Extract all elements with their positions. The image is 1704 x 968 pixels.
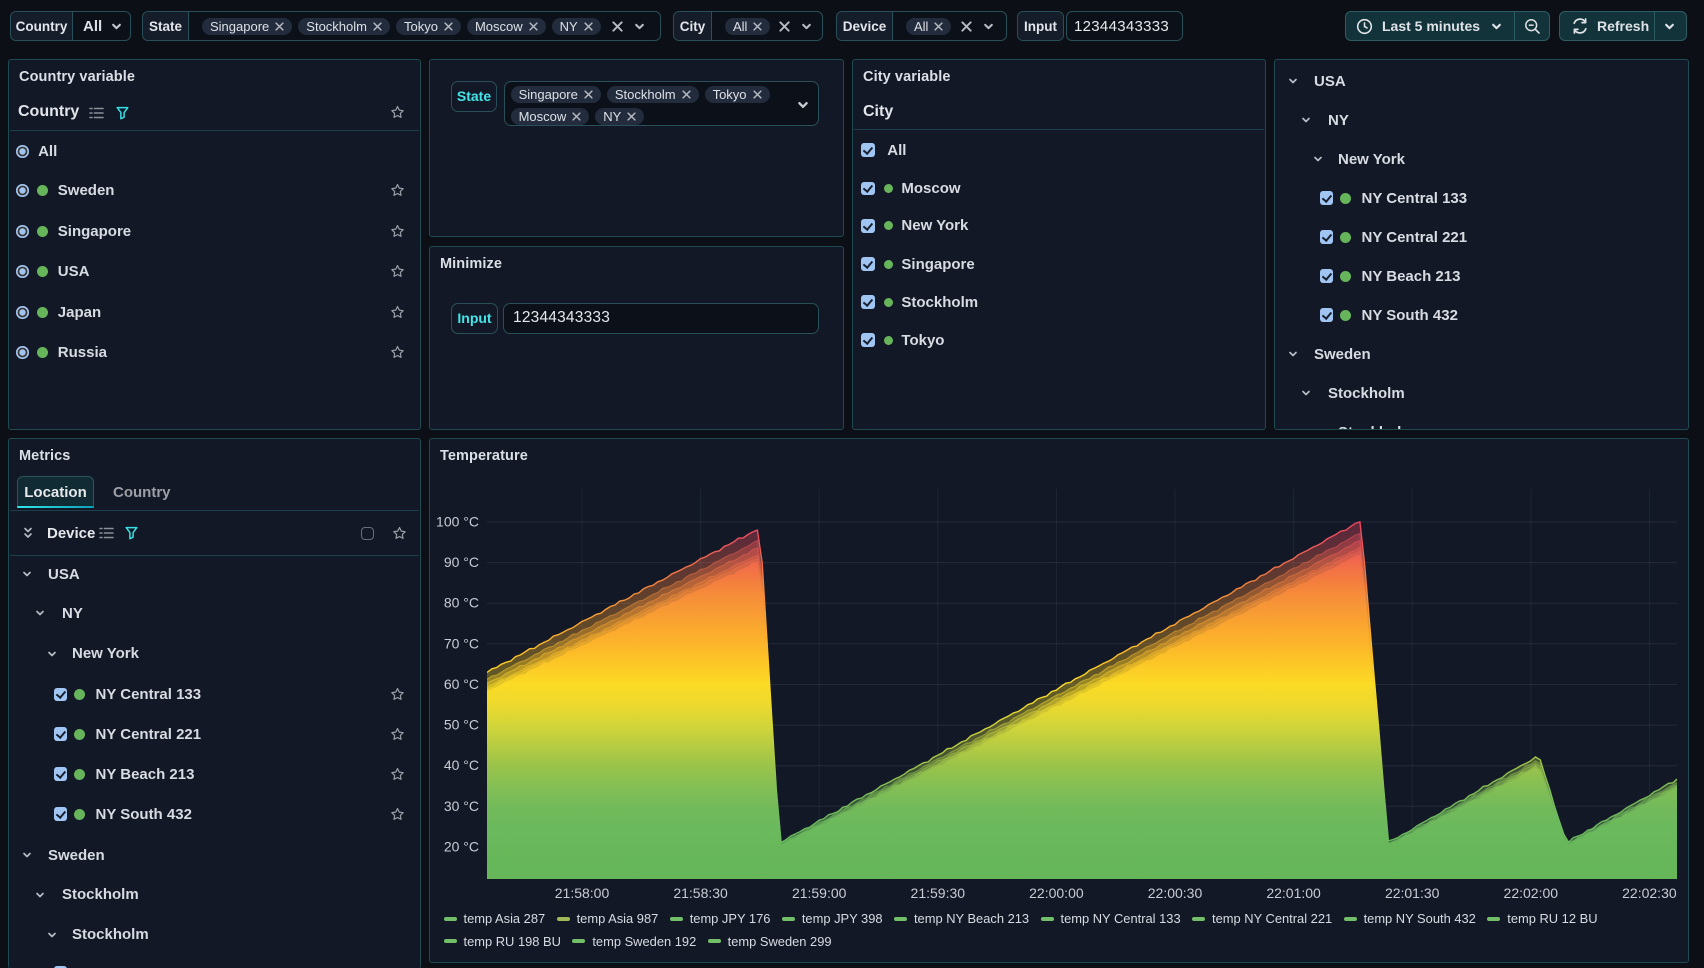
- svg-text:22:02:00: 22:02:00: [1504, 885, 1559, 901]
- svg-text:60 °C: 60 °C: [444, 676, 479, 692]
- svg-text:100 °C: 100 °C: [436, 514, 479, 530]
- svg-text:90 °C: 90 °C: [444, 554, 479, 570]
- svg-text:21:59:00: 21:59:00: [792, 885, 847, 901]
- svg-text:22:00:30: 22:00:30: [1148, 885, 1203, 901]
- svg-text:30 °C: 30 °C: [444, 798, 479, 814]
- svg-text:22:01:30: 22:01:30: [1385, 885, 1440, 901]
- svg-text:70 °C: 70 °C: [444, 635, 479, 651]
- svg-text:21:58:30: 21:58:30: [673, 885, 728, 901]
- svg-text:21:59:30: 21:59:30: [911, 885, 966, 901]
- svg-text:50 °C: 50 °C: [444, 717, 479, 733]
- svg-text:22:01:00: 22:01:00: [1266, 885, 1321, 901]
- svg-text:21:58:00: 21:58:00: [555, 885, 610, 901]
- svg-text:40 °C: 40 °C: [444, 757, 479, 773]
- svg-text:20 °C: 20 °C: [444, 838, 479, 854]
- svg-text:80 °C: 80 °C: [444, 595, 479, 611]
- svg-text:22:02:30: 22:02:30: [1622, 885, 1677, 901]
- svg-text:22:00:00: 22:00:00: [1029, 885, 1084, 901]
